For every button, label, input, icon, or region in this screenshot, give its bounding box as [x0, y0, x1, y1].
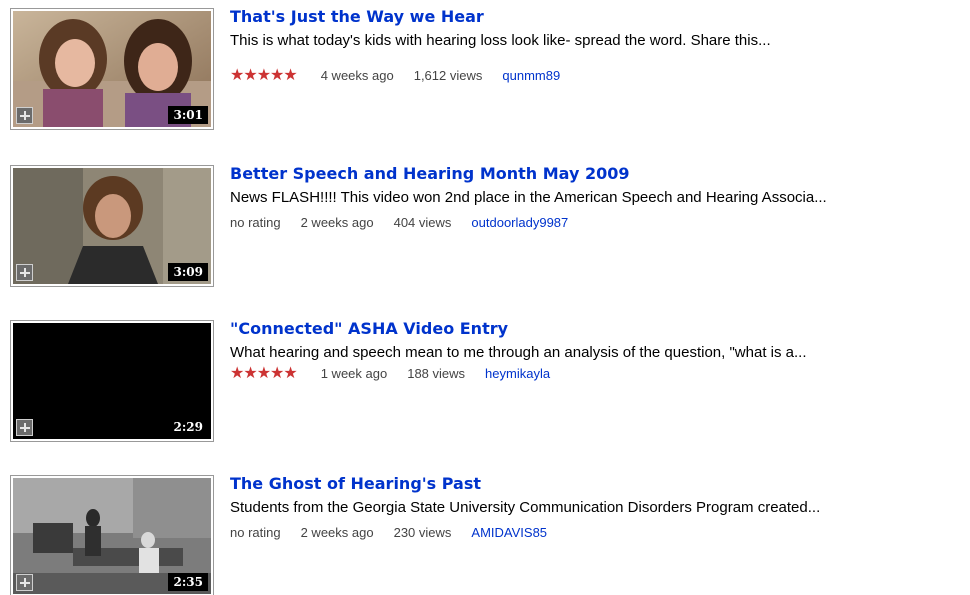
- star-rating-icon: ★★★★★: [230, 65, 298, 84]
- star-rating-icon: ★★★★★: [230, 363, 298, 382]
- video-thumbnail[interactable]: 3:01: [10, 8, 214, 130]
- view-count: 230 views: [393, 525, 452, 540]
- video-title-link[interactable]: The Ghost of Hearing's Past: [230, 475, 481, 493]
- video-item: 2:35 The Ghost of Hearing's Past Student…: [10, 475, 960, 595]
- view-count: 188 views: [407, 366, 466, 381]
- video-duration: 2:35: [167, 573, 208, 591]
- video-duration: 3:09: [167, 263, 208, 281]
- video-title-link[interactable]: Better Speech and Hearing Month May 2009: [230, 165, 630, 183]
- video-description: What hearing and speech mean to me throu…: [230, 344, 807, 361]
- video-meta: no rating 2 weeks ago 230 views AMIDAVIS85: [230, 525, 970, 541]
- video-age: 1 week ago: [320, 366, 388, 381]
- video-meta: ★★★★★ 1 week ago 188 views heymikayla: [230, 365, 970, 382]
- video-item: 3:09 Better Speech and Hearing Month May…: [10, 165, 960, 287]
- video-results-list: 3:01 That's Just the Way we Hear This is…: [0, 0, 970, 595]
- video-description: News FLASH!!!! This video won 2nd place …: [230, 189, 827, 206]
- video-age: 2 weeks ago: [300, 525, 374, 540]
- video-info: That's Just the Way we Hear This is what…: [230, 8, 970, 84]
- video-info: The Ghost of Hearing's Past Students fro…: [230, 475, 970, 541]
- video-thumbnail[interactable]: 2:29: [10, 320, 214, 442]
- video-duration: 3:01: [167, 106, 208, 124]
- video-duration: 2:29: [167, 418, 208, 436]
- video-description: Students from the Georgia State Universi…: [230, 499, 821, 516]
- view-count: 1,612 views: [413, 68, 483, 83]
- author-link[interactable]: heymikayla: [485, 366, 550, 381]
- video-description: This is what today's kids with hearing l…: [230, 32, 771, 49]
- plus-icon[interactable]: [16, 419, 33, 436]
- author-link[interactable]: AMIDAVIS85: [471, 525, 547, 540]
- plus-icon[interactable]: [16, 264, 33, 281]
- rating-text: no rating: [230, 525, 281, 540]
- author-link[interactable]: outdoorlady9987: [471, 215, 568, 230]
- rating-text: no rating: [230, 215, 281, 230]
- video-info: "Connected" ASHA Video Entry What hearin…: [230, 320, 970, 382]
- video-thumbnail[interactable]: 3:09: [10, 165, 214, 287]
- video-age: 4 weeks ago: [320, 68, 394, 83]
- video-item: 3:01 That's Just the Way we Hear This is…: [10, 8, 960, 130]
- plus-icon[interactable]: [16, 107, 33, 124]
- plus-icon[interactable]: [16, 574, 33, 591]
- video-item: 2:29 "Connected" ASHA Video Entry What h…: [10, 320, 960, 442]
- video-thumbnail[interactable]: 2:35: [10, 475, 214, 595]
- video-title-link[interactable]: That's Just the Way we Hear: [230, 8, 484, 26]
- video-info: Better Speech and Hearing Month May 2009…: [230, 165, 970, 231]
- video-age: 2 weeks ago: [300, 215, 374, 230]
- video-meta: ★★★★★ 4 weeks ago 1,612 views qunmm89: [230, 67, 970, 84]
- view-count: 404 views: [393, 215, 452, 230]
- video-meta: no rating 2 weeks ago 404 views outdoorlady…: [230, 215, 970, 231]
- video-title-link[interactable]: "Connected" ASHA Video Entry: [230, 320, 508, 338]
- author-link[interactable]: qunmm89: [502, 68, 560, 83]
